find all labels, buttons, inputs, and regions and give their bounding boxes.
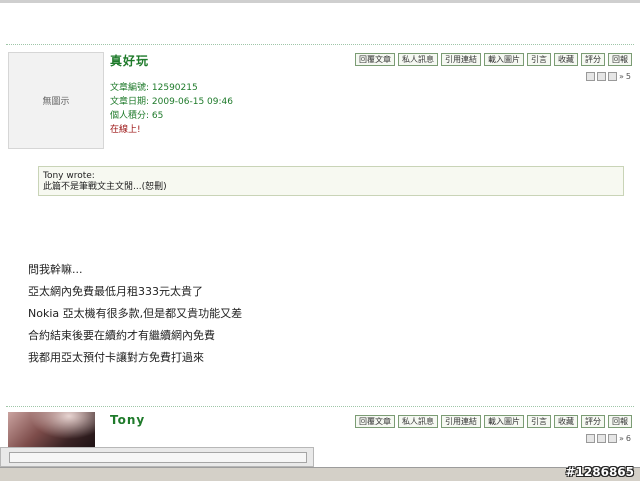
body-line: 合約結束後要在續約才有繼續網內免費 [28, 329, 215, 342]
post-separator [6, 406, 634, 407]
scrollbar-thumb[interactable] [9, 452, 307, 463]
quote-link-button[interactable]: 引用連結 [441, 53, 481, 66]
avatar[interactable] [8, 412, 95, 452]
post-separator [6, 44, 634, 45]
body-line: 亞太網內免費最低月租333元太貴了 [28, 285, 203, 298]
horizontal-scrollbar[interactable] [0, 447, 314, 467]
post-meta: 文章編號: 12590215 文章日期: 2009-06-15 09:46 個人… [110, 81, 233, 137]
body-line: Nokia 亞太機有很多款,但是都又貴功能又差 [28, 307, 243, 320]
post-date: 文章日期: 2009-06-15 09:46 [110, 97, 233, 107]
author-name[interactable]: Tony [110, 413, 145, 427]
author-name[interactable]: 真好玩 [110, 52, 149, 69]
body-line: 問我幹嘛... [28, 263, 83, 276]
reply-button[interactable]: 回覆文章 [355, 415, 395, 428]
reply-button[interactable]: 回覆文章 [355, 53, 395, 66]
favorite-button[interactable]: 收藏 [554, 53, 578, 66]
up-arrow-icon[interactable] [597, 72, 606, 81]
window-top-edge [0, 0, 640, 3]
down-arrow-icon[interactable] [608, 434, 617, 443]
report-button[interactable]: 回報 [608, 53, 632, 66]
quote-author: Tony wrote: [43, 171, 95, 181]
floor-number: 5 [625, 72, 631, 81]
private-message-button[interactable]: 私人訊息 [398, 53, 438, 66]
floor-marker-icon: » [619, 434, 624, 443]
load-images-button[interactable]: 載入圖片 [484, 53, 524, 66]
post-body: 問我幹嘛... 亞太網內免費最低月租333元太貴了 Nokia 亞太機有很多款,… [28, 259, 242, 369]
body-line: 我都用亞太預付卡讓對方免費打過來 [28, 351, 204, 364]
avatar-placeholder: 無圖示 [8, 52, 104, 149]
avatar-text: 無圖示 [42, 97, 70, 107]
floor-number: 6 [625, 434, 631, 443]
quote-button[interactable]: 引言 [527, 415, 551, 428]
top-arrow-icon[interactable] [586, 72, 595, 81]
top-arrow-icon[interactable] [586, 434, 595, 443]
image-watermark: #1286865 [565, 465, 634, 479]
favorite-button[interactable]: 收藏 [554, 415, 578, 428]
quote-button[interactable]: 引言 [527, 53, 551, 66]
post-id: 文章編號: 12590215 [110, 83, 198, 93]
quote-text: 此篇不是筆戰文主文閒...(恕刪) [43, 182, 167, 192]
floor-marker-icon: » [619, 72, 624, 81]
up-arrow-icon[interactable] [597, 434, 606, 443]
rate-button[interactable]: 評分 [581, 415, 605, 428]
online-status: 在線上! [110, 125, 141, 135]
report-button[interactable]: 回報 [608, 415, 632, 428]
load-images-button[interactable]: 載入圖片 [484, 415, 524, 428]
window-bottom-bar [0, 467, 640, 481]
post-nav: » 5 [586, 72, 631, 81]
quote-block: Tony wrote: 此篇不是筆戰文主文閒...(恕刪) [38, 166, 624, 196]
user-points: 個人積分: 65 [110, 111, 164, 121]
post-toolbar: 回覆文章 私人訊息 引用連結 載入圖片 引言 收藏 評分 回報 [355, 53, 632, 66]
down-arrow-icon[interactable] [608, 72, 617, 81]
post-toolbar: 回覆文章 私人訊息 引用連結 載入圖片 引言 收藏 評分 回報 [355, 415, 632, 428]
rate-button[interactable]: 評分 [581, 53, 605, 66]
private-message-button[interactable]: 私人訊息 [398, 415, 438, 428]
post-nav: » 6 [586, 434, 631, 443]
quote-link-button[interactable]: 引用連結 [441, 415, 481, 428]
